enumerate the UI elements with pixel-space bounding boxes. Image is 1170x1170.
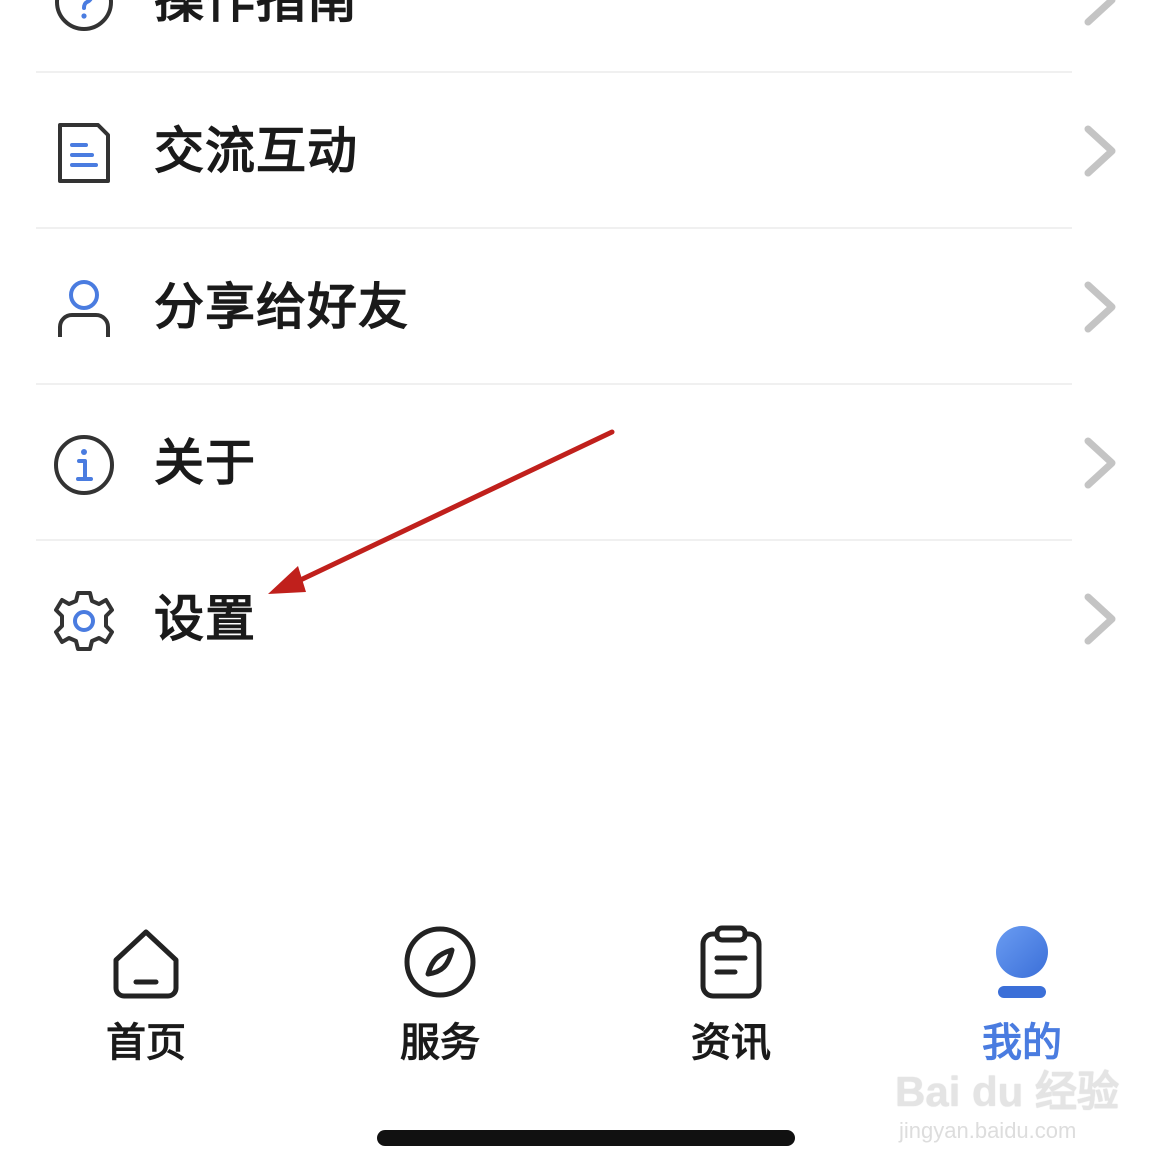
tab-mine[interactable]: 我的 — [942, 922, 1102, 1072]
tab-label: 首页 — [106, 1020, 186, 1066]
menu-item-settings[interactable]: 设置 — [0, 541, 1170, 697]
menu-item-label: 操作指南 — [154, 0, 358, 29]
question-circle-icon — [55, 0, 113, 31]
menu-item-share-friends[interactable]: 分享给好友 — [0, 229, 1170, 385]
chevron-right-icon — [1084, 125, 1116, 177]
info-circle-icon — [54, 435, 114, 495]
menu-item-label: 交流互动 — [154, 122, 358, 180]
menu-item-label: 设置 — [154, 590, 256, 648]
chevron-right-icon — [1084, 281, 1116, 333]
home-icon — [113, 929, 179, 999]
chevron-right-icon — [1084, 0, 1116, 26]
tab-label: 资讯 — [691, 1020, 771, 1066]
menu-item-about[interactable]: 关于 — [0, 385, 1170, 541]
gear-icon — [54, 591, 114, 651]
profile-icon — [996, 926, 1048, 998]
tab-services[interactable]: 服务 — [360, 922, 520, 1072]
chevron-right-icon — [1084, 593, 1116, 645]
watermark-url: jingyan.baidu.com — [899, 1118, 1077, 1143]
home-indicator[interactable] — [377, 1130, 795, 1146]
tab-label: 我的 — [982, 1020, 1062, 1066]
compass-icon — [404, 926, 476, 998]
menu-item-operation-guide[interactable]: 操作指南 — [0, 0, 1170, 78]
menu-item-communication[interactable]: 交流互动 — [0, 73, 1170, 229]
tab-home[interactable]: 首页 — [66, 922, 226, 1072]
document-icon — [58, 123, 110, 183]
chevron-right-icon — [1084, 437, 1116, 489]
tab-label: 服务 — [400, 1020, 480, 1066]
tab-news[interactable]: 资讯 — [651, 922, 811, 1072]
menu-item-label: 关于 — [154, 434, 256, 492]
user-icon — [58, 280, 110, 337]
clipboard-icon — [700, 925, 762, 999]
menu-item-label: 分享给好友 — [154, 278, 409, 336]
bottom-tab-bar: 首页 服务 资讯 我的 — [0, 900, 1170, 1080]
